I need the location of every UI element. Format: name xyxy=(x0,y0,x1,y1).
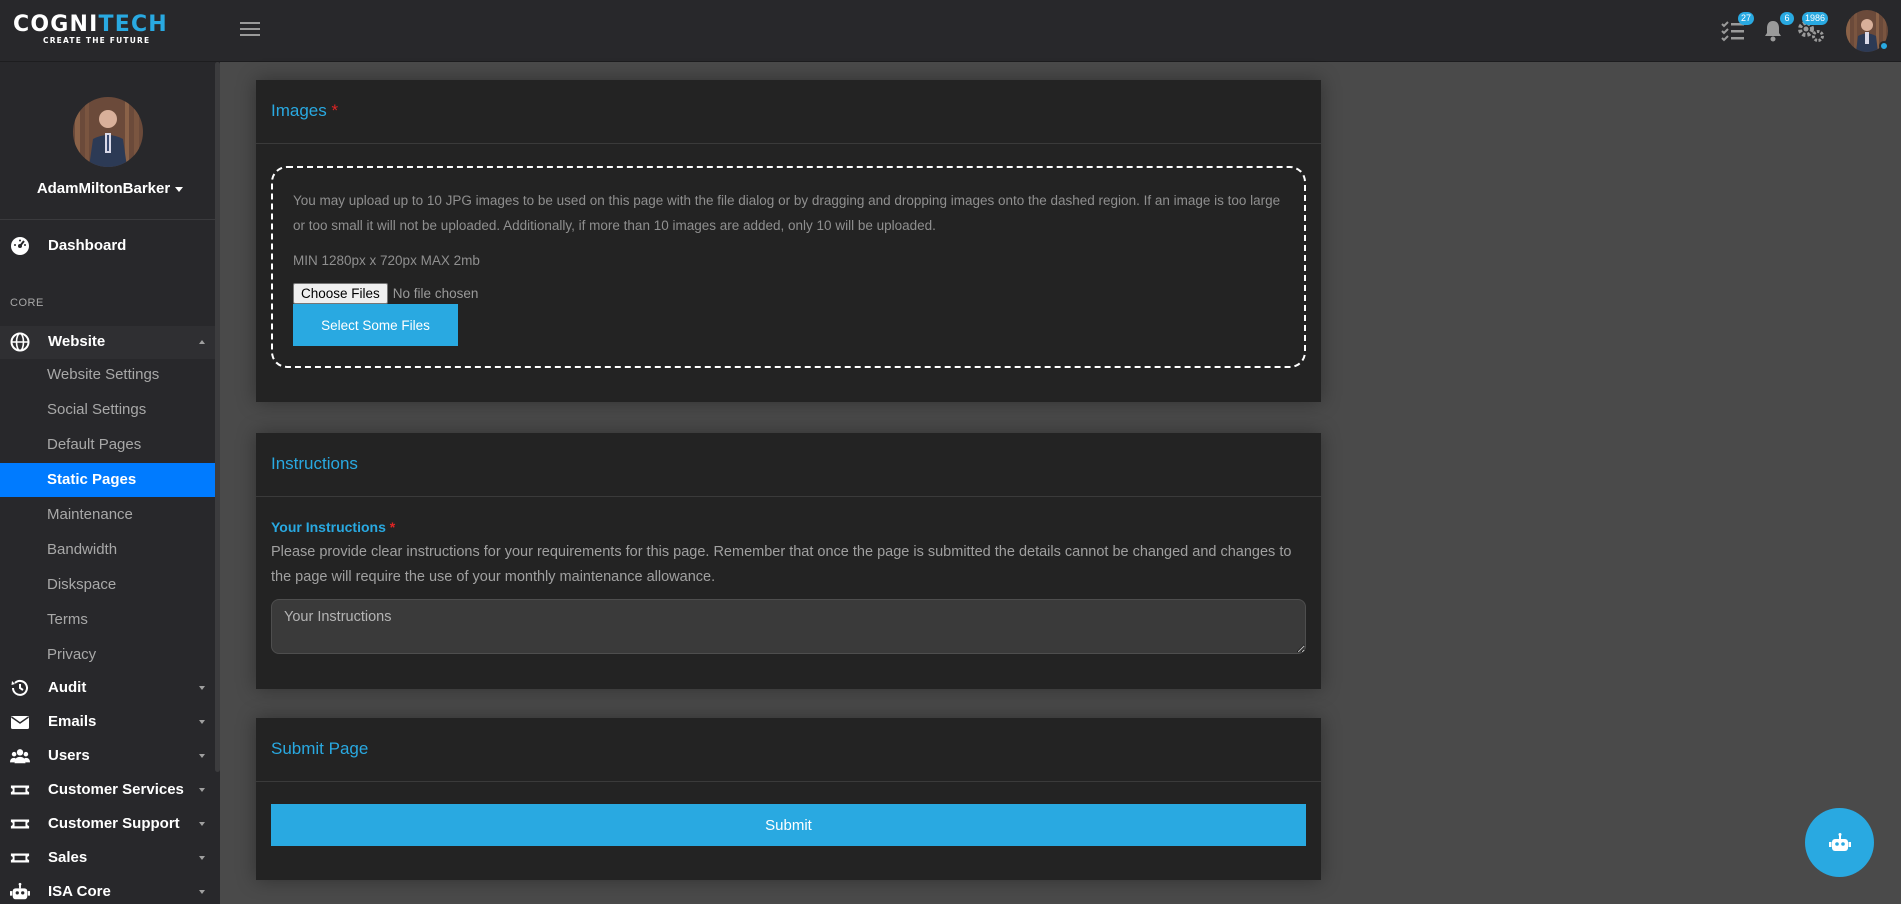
profile-panel: AdamMiltonBarker xyxy=(0,62,220,220)
nav-audit-label: Audit xyxy=(48,679,87,696)
instructions-card-title: Instructions xyxy=(271,454,358,473)
instructions-textarea[interactable] xyxy=(271,599,1306,654)
robot-icon xyxy=(10,882,30,900)
profile-username[interactable]: AdamMiltonBarker xyxy=(0,180,220,197)
images-card: Images * You may upload up to 10 JPG ima… xyxy=(256,80,1321,402)
brand-name-part1: COGNI xyxy=(13,12,99,37)
chevron-down-icon xyxy=(199,686,205,690)
tasks-badge: 27 xyxy=(1737,12,1754,25)
dropzone-description: You may upload up to 10 JPG images to be… xyxy=(293,193,1281,233)
nav-audit[interactable]: Audit xyxy=(0,672,220,704)
chevron-down-icon xyxy=(175,186,184,192)
chevron-down-icon xyxy=(199,856,205,860)
profile-avatar[interactable] xyxy=(73,97,143,167)
sidebar-item-default-pages[interactable]: Default Pages xyxy=(0,428,220,462)
chevron-down-icon xyxy=(199,788,205,792)
sidebar-item-social-settings[interactable]: Social Settings xyxy=(0,393,220,427)
ticket-icon xyxy=(10,785,30,795)
history-icon xyxy=(11,679,28,696)
sidebar-item-bandwidth[interactable]: Bandwidth xyxy=(0,533,220,567)
required-marker: * xyxy=(331,101,339,120)
chevron-up-icon xyxy=(199,340,205,344)
nav-website-label: Website xyxy=(48,333,106,350)
nav-emails-label: Emails xyxy=(48,713,97,730)
nav-dashboard[interactable]: Dashboard xyxy=(0,230,220,262)
online-status-dot xyxy=(1879,41,1889,51)
submit-button[interactable]: Submit xyxy=(271,804,1306,846)
ticket-icon xyxy=(10,853,30,863)
submit-card-title: Submit Page xyxy=(271,739,369,758)
nav-isa-core-label: ISA Core xyxy=(48,883,111,900)
nav-sales-label: Sales xyxy=(48,849,88,866)
nav-isa-core[interactable]: ISA Core xyxy=(0,876,220,904)
settings-badge: 1986 xyxy=(1801,12,1828,25)
image-dropzone[interactable]: You may upload up to 10 JPG images to be… xyxy=(271,166,1306,368)
top-bar: COGNITECH CREATE THE FUTURE 27 6 1986 xyxy=(0,0,1901,62)
nav-customer-services-label: Customer Services xyxy=(48,781,184,798)
required-marker: * xyxy=(389,519,396,535)
chatbot-button[interactable] xyxy=(1805,808,1874,877)
image-constraints: MIN 1280px x 720px MAX 2mb xyxy=(293,253,480,268)
sidebar-item-terms[interactable]: Terms xyxy=(0,603,220,637)
sidebar-item-maintenance[interactable]: Maintenance xyxy=(0,498,220,532)
users-icon xyxy=(10,749,30,764)
sidebar-item-static-pages[interactable]: Static Pages xyxy=(0,463,220,497)
menu-toggle-icon[interactable] xyxy=(240,22,260,38)
tasks-icon[interactable]: 27 xyxy=(1720,12,1754,44)
gear-icon[interactable]: 1986 xyxy=(1796,12,1828,44)
nav-customer-support-label: Customer Support xyxy=(48,815,180,832)
no-file-chosen-label: No file chosen xyxy=(392,286,479,301)
sidebar-scrollbar[interactable] xyxy=(215,62,220,772)
nav-website[interactable]: Website xyxy=(0,326,220,358)
images-card-title: Images * xyxy=(271,101,339,120)
chevron-down-icon xyxy=(199,720,205,724)
brand-logo[interactable]: COGNITECH CREATE THE FUTURE xyxy=(13,12,167,46)
brand-tagline: CREATE THE FUTURE xyxy=(43,36,151,45)
sidebar: AdamMiltonBarker Dashboard CORE Website … xyxy=(0,62,220,904)
envelope-icon xyxy=(11,716,29,729)
notifications-badge: 6 xyxy=(1780,12,1794,25)
chevron-down-icon xyxy=(199,822,205,826)
choose-files-button[interactable]: Choose Files xyxy=(293,283,388,304)
section-label-core: CORE xyxy=(10,297,44,309)
chevron-down-icon xyxy=(199,754,205,758)
nav-customer-support[interactable]: Customer Support xyxy=(0,808,220,840)
dashboard-icon xyxy=(11,237,29,255)
submit-card: Submit Page Submit xyxy=(256,718,1321,880)
robot-icon xyxy=(1828,832,1851,851)
nav-users-label: Users xyxy=(48,747,90,764)
globe-icon xyxy=(10,332,30,352)
ticket-icon xyxy=(10,819,30,829)
images-card-header: Images * xyxy=(256,80,1321,144)
select-files-button[interactable]: Select Some Files xyxy=(293,304,458,346)
sidebar-item-privacy[interactable]: Privacy xyxy=(0,638,220,672)
submit-card-header: Submit Page xyxy=(256,718,1321,782)
file-input: Choose Files No file chosen xyxy=(293,283,478,304)
nav-emails[interactable]: Emails xyxy=(0,706,220,738)
instructions-description: Please provide clear instructions for yo… xyxy=(271,544,1292,585)
instructions-card-header: Instructions xyxy=(256,433,1321,497)
nav-dashboard-label: Dashboard xyxy=(48,237,127,254)
bell-icon[interactable]: 6 xyxy=(1760,12,1794,44)
brand-name-part2: TECH xyxy=(98,12,168,37)
nav-sales[interactable]: Sales xyxy=(0,842,220,874)
instructions-field-label: Your Instructions * xyxy=(271,519,396,535)
instructions-card: Instructions Your Instructions * Please … xyxy=(256,433,1321,689)
nav-customer-services[interactable]: Customer Services xyxy=(0,774,220,806)
nav-users[interactable]: Users xyxy=(0,740,220,772)
sidebar-item-diskspace[interactable]: Diskspace xyxy=(0,568,220,602)
chevron-down-icon xyxy=(199,890,205,894)
sidebar-item-website-settings[interactable]: Website Settings xyxy=(0,358,220,392)
